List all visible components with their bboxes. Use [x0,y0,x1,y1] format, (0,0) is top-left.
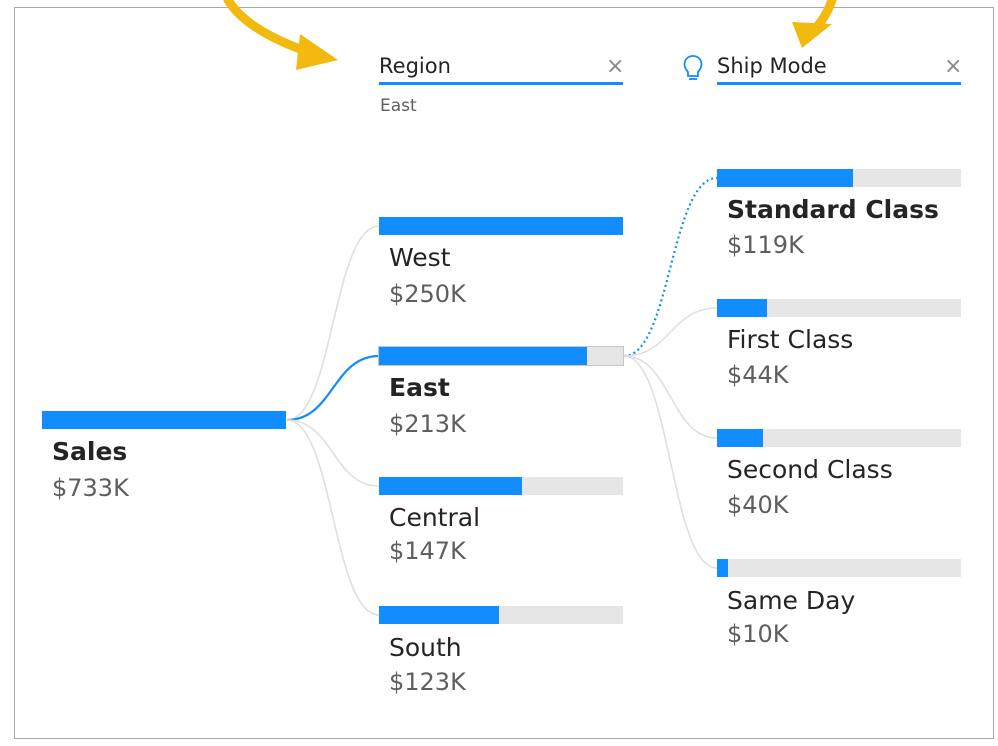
region-value: $250K [389,280,466,308]
region-filter-value: East [380,96,417,116]
region-label: West [389,243,451,272]
region-bar-fill [379,477,523,495]
ship-mode-bar [717,559,961,577]
region-bar-fill [379,347,587,365]
region-bar [379,606,623,624]
ship-mode-value: $119K [727,231,804,259]
ship-mode-level-title: Ship Mode [717,54,827,78]
root-bar [42,411,286,429]
ship-mode-value: $40K [727,491,789,519]
ship-mode-value: $44K [727,361,789,389]
region-value: $213K [389,410,466,438]
ship-mode-bar [717,429,961,447]
region-level-title: Region [379,54,451,78]
ship-mode-label: Standard Class [727,195,939,224]
ship-mode-level-header: Ship Mode × [717,50,962,85]
ship-mode-bar-fill [717,299,768,317]
region-remove-button[interactable]: × [606,56,624,78]
region-label: East [389,373,450,402]
region-bar [379,477,623,495]
region-bar-fill [379,217,623,235]
ship-mode-bar [717,169,961,187]
root-value: $733K [52,474,129,502]
ship-mode-label: First Class [727,325,854,354]
decomposition-tree-visual [14,7,994,739]
region-bar [378,346,624,366]
ship-mode-bar-fill [717,169,854,187]
region-label: South [389,633,462,662]
root-bar-fill [42,411,286,429]
ship-mode-bar-fill [717,559,729,577]
ship-mode-value: $10K [727,620,789,648]
ship-mode-bar-fill [717,429,763,447]
ship-mode-label: Same Day [727,586,856,615]
ship-mode-bar [717,299,961,317]
region-bar [379,217,623,235]
region-bar-fill [379,606,500,624]
region-value: $147K [389,537,466,565]
ship-mode-label: Second Class [727,455,893,484]
root-label: Sales [52,437,128,466]
region-level-header: Region × [379,50,624,85]
region-value: $123K [389,668,466,696]
ship-mode-remove-button[interactable]: × [944,56,962,78]
lightbulb-icon[interactable] [683,54,703,88]
region-label: Central [389,503,481,532]
